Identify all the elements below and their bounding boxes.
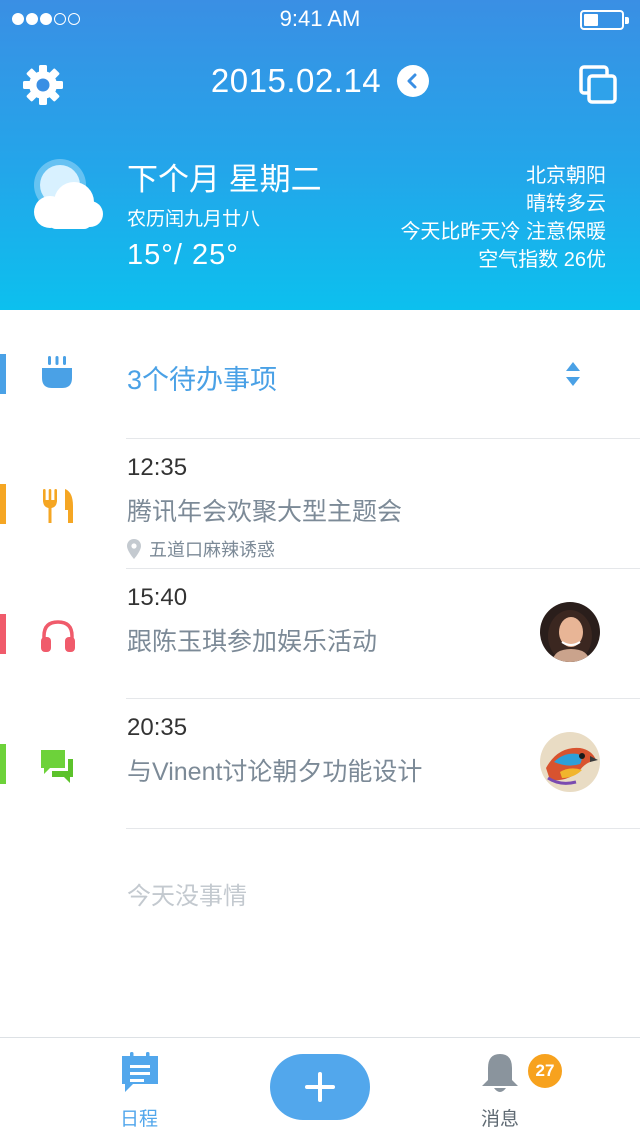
event-color-bar	[0, 484, 6, 524]
event-item[interactable]: 20:35 与Vinent讨论朝夕功能设计	[0, 698, 640, 828]
tab-messages-label: 消息	[480, 1109, 519, 1130]
chevron-left-icon	[407, 73, 417, 89]
tab-bar: 日程 消息 27	[0, 1037, 640, 1136]
lunar-date: 农历闰九月廿八	[127, 209, 261, 230]
bell-icon	[482, 1054, 518, 1092]
event-time: 20:35	[127, 714, 188, 741]
event-title: 腾讯年会欢聚大型主题会	[127, 498, 403, 526]
weather-details: 北京朝阳 晴转多云 今天比昨天冷 注意保暖 空气指数 26优	[400, 162, 606, 274]
todo-tray-icon	[42, 356, 72, 388]
weather-condition: 晴转多云	[526, 193, 606, 215]
weather-day-title: 下个月 星期二	[127, 162, 322, 197]
switch-view-icon[interactable]	[578, 64, 618, 106]
temperature-range: 15°/ 25°	[127, 239, 239, 271]
event-title: 与Vinent讨论朝夕功能设计	[127, 758, 423, 786]
expand-collapse-icon[interactable]	[563, 360, 583, 388]
no-events-text: 今天没事情	[127, 883, 247, 910]
add-event-button[interactable]	[270, 1054, 370, 1120]
tab-schedule-label: 日程	[119, 1109, 158, 1130]
todo-color-bar	[0, 354, 6, 394]
event-item[interactable]: 15:40 跟陈玉琪参加娱乐活动	[0, 568, 640, 698]
event-item[interactable]: 12:35 腾讯年会欢聚大型主题会 五道口麻辣诱惑	[0, 438, 640, 568]
header: 9:41 AM 2015.02.14 下个月 星期二 农历闰九月廿八 15°/ …	[0, 0, 640, 310]
unread-badge: 27	[526, 1052, 564, 1090]
avatar[interactable]	[540, 602, 600, 662]
calendar-list-icon	[122, 1052, 158, 1092]
event-color-bar	[0, 744, 6, 784]
fork-knife-icon	[43, 489, 73, 523]
air-quality: 空气指数 26优	[478, 249, 606, 271]
weather-summary: 下个月 星期二 农历闰九月廿八 15°/ 25°	[127, 162, 322, 272]
status-bar: 9:41 AM	[0, 0, 640, 40]
event-location-text: 五道口麻辣诱惑	[149, 540, 275, 560]
headphones-icon	[41, 620, 75, 652]
location-pin-icon	[127, 539, 141, 559]
plus-icon	[305, 1072, 335, 1102]
date-selector: 2015.02.14	[0, 62, 640, 100]
tab-schedule[interactable]: 日程	[69, 1038, 209, 1136]
partly-cloudy-icon	[34, 159, 103, 229]
divider	[126, 828, 640, 829]
event-title: 跟陈玉琪参加娱乐活动	[127, 628, 378, 656]
event-color-bar	[0, 614, 6, 654]
chat-bubble-icon	[41, 750, 73, 783]
current-date[interactable]: 2015.02.14	[211, 62, 381, 100]
avatar[interactable]	[540, 732, 600, 792]
event-time: 12:35	[127, 454, 188, 481]
event-time: 15:40	[127, 584, 188, 611]
status-time: 9:41 AM	[279, 6, 361, 31]
todo-summary-row[interactable]: 3个待办事项	[0, 310, 640, 438]
event-location: 五道口麻辣诱惑	[127, 536, 275, 562]
todo-count-label: 3个待办事项	[127, 365, 278, 395]
top-toolbar: 2015.02.14	[0, 58, 640, 110]
weather-location: 北京朝阳	[526, 165, 606, 187]
battery-icon	[580, 10, 629, 30]
back-to-today-button[interactable]	[397, 65, 430, 97]
weather-advice: 今天比昨天冷 注意保暖	[400, 221, 606, 243]
